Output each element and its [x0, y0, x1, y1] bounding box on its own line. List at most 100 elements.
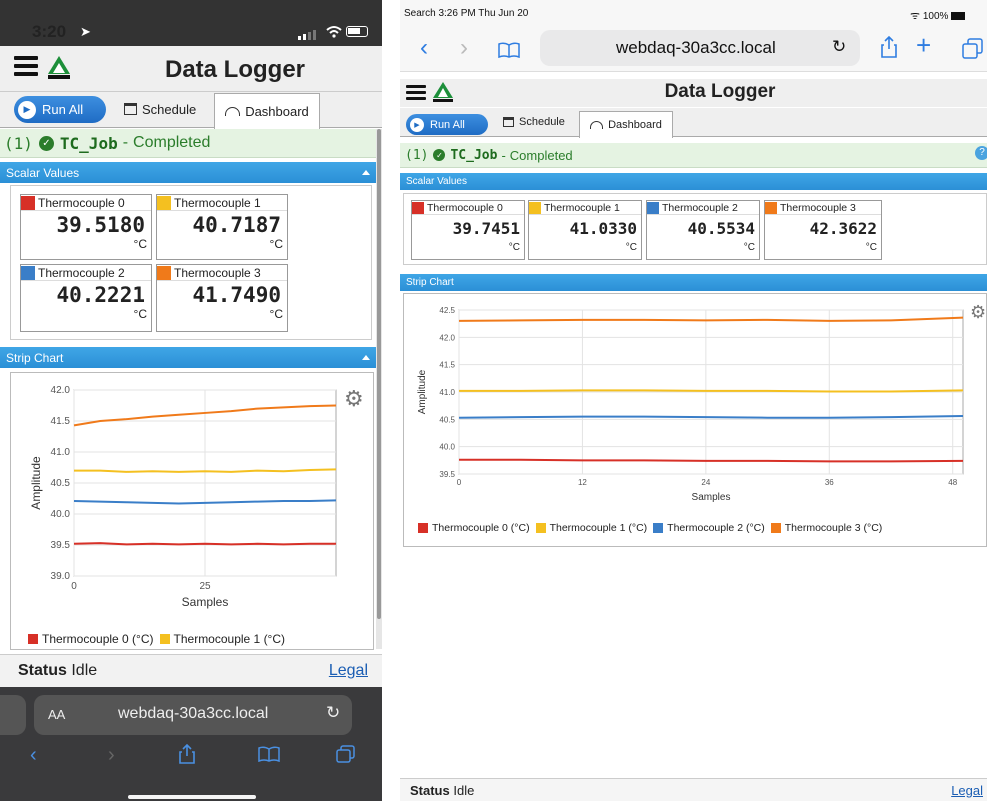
bookmarks-icon[interactable]: [498, 42, 520, 59]
scalar-tile-thermocouple-1: Thermocouple 1 41.0330 °C: [528, 200, 642, 260]
bookmarks-icon[interactable]: [258, 746, 280, 763]
tile-name: Thermocouple 2: [38, 265, 125, 280]
new-tab-plus-icon[interactable]: +: [916, 30, 931, 61]
tab-schedule[interactable]: Schedule: [503, 116, 565, 128]
scrollbar[interactable]: [376, 129, 382, 649]
tabs-overview-icon[interactable]: [962, 38, 984, 60]
run-all-button[interactable]: ▶ Run All: [406, 114, 488, 135]
legend-item[interactable]: Thermocouple 1 (°C): [550, 522, 648, 534]
y-tick-label: 42.5: [439, 306, 455, 315]
settings-gear-icon[interactable]: ⚙: [970, 302, 986, 323]
scalar-tile-thermocouple-0: Thermocouple 0 39.7451 °C: [411, 200, 525, 260]
digilent-logo: [46, 54, 72, 80]
tile-unit: °C: [508, 242, 520, 253]
play-icon: ▶: [410, 117, 424, 132]
scalar-values-header[interactable]: Scalar Values: [0, 162, 376, 183]
strip-chart-header[interactable]: Strip Chart: [400, 274, 987, 291]
calendar-icon: [124, 103, 137, 115]
scalar-values-title: Scalar Values: [6, 165, 80, 180]
tab-dashboard-label: Dashboard: [245, 104, 309, 119]
series-line: [459, 389, 964, 393]
color-swatch: [21, 195, 35, 210]
tile-value: 39.5180: [56, 213, 145, 237]
legend-item[interactable]: Thermocouple 0 (°C): [432, 522, 530, 534]
chart-legend: Thermocouple 0 (°C) Thermocouple 1 (°C) …: [418, 522, 882, 534]
status-bar: Status Idle Legal: [0, 654, 382, 687]
collapse-caret-icon[interactable]: [362, 170, 370, 175]
check-circle-icon: ✓: [433, 149, 446, 161]
settings-gear-icon[interactable]: ⚙: [344, 386, 364, 412]
address-bar[interactable]: AA webdaq-30a3cc.local ↻: [34, 695, 352, 735]
x-tick-label: 0: [71, 581, 77, 592]
reader-aa-button[interactable]: AA: [48, 707, 65, 722]
home-indicator: [128, 795, 256, 799]
run-all-button[interactable]: ▶ Run All: [14, 96, 106, 123]
color-swatch: [647, 201, 659, 214]
back-icon[interactable]: ‹: [420, 34, 428, 62]
url-text: webdaq-30a3cc.local: [118, 705, 269, 722]
tile-unit: °C: [743, 242, 755, 253]
play-icon: ▶: [18, 100, 36, 119]
x-tick-label: 12: [578, 478, 587, 487]
strip-chart-title: Strip Chart: [6, 350, 64, 365]
back-icon[interactable]: ‹: [30, 744, 37, 767]
job-state: Completed: [133, 134, 211, 151]
job-status-row[interactable]: (1) ✓ TC_Job - Completed: [0, 129, 376, 158]
tile-value: 39.7451: [452, 219, 520, 238]
y-tick-label: 40.5: [439, 415, 455, 424]
menu-hamburger-icon[interactable]: [406, 85, 426, 100]
url-text: webdaq-30a3cc.local: [616, 38, 776, 57]
forward-icon[interactable]: ›: [460, 34, 468, 62]
help-icon[interactable]: ?: [975, 146, 987, 160]
status-value: Idle: [453, 782, 475, 798]
y-tick-label: 41.5: [51, 416, 71, 427]
battery-percent: 100%: [922, 11, 949, 22]
color-swatch: [529, 201, 541, 214]
legend-swatch: [418, 523, 428, 533]
battery-icon: [951, 12, 966, 21]
reload-icon[interactable]: ↻: [326, 703, 340, 723]
y-axis-label: Amplitude: [29, 456, 43, 510]
y-tick-label: 41.0: [51, 447, 71, 458]
legal-link[interactable]: Legal: [329, 662, 368, 680]
previous-tab-peek[interactable]: [0, 695, 26, 735]
menu-hamburger-icon[interactable]: [14, 56, 38, 76]
address-bar[interactable]: webdaq-30a3cc.local ↻: [540, 30, 860, 66]
tile-unit: °C: [269, 307, 283, 321]
x-tick-label: 24: [701, 478, 710, 487]
tab-dashboard[interactable]: Dashboard: [214, 93, 320, 129]
strip-chart-header[interactable]: Strip Chart: [0, 347, 376, 368]
x-tick-label: 36: [825, 478, 834, 487]
tile-name: Thermocouple 3: [780, 201, 856, 214]
legend-item[interactable]: Thermocouple 1 (°C): [174, 632, 286, 646]
y-tick-label: 40.5: [51, 478, 71, 489]
tile-unit: °C: [865, 242, 877, 253]
legend-item[interactable]: Thermocouple 3 (°C): [785, 522, 883, 534]
strip-chart-tablet: 39.5 40.0 40.5 41.0 41.5 42.0 42.5 0 12 24 36 48 Sam…: [417, 306, 964, 503]
share-icon[interactable]: [880, 35, 898, 58]
y-axis-label: Amplitude: [417, 369, 428, 414]
collapse-caret-icon[interactable]: [362, 355, 370, 360]
tile-name: Thermocouple 0: [427, 201, 503, 214]
series-line: [458, 415, 964, 419]
digilent-logo: [432, 81, 454, 103]
color-swatch: [157, 265, 171, 280]
legend-swatch: [770, 523, 781, 533]
job-status-row[interactable]: (1) ✓ TC_Job - Completed: [400, 143, 987, 168]
tab-schedule[interactable]: Schedule: [124, 98, 196, 120]
share-icon[interactable]: [178, 743, 196, 764]
battery-icon: [346, 26, 368, 37]
job-index: (1): [405, 147, 429, 163]
reload-icon[interactable]: ↻: [832, 37, 846, 57]
status-label: Status: [18, 662, 67, 679]
legend-item[interactable]: Thermocouple 2 (°C): [667, 522, 765, 534]
scalar-values-header[interactable]: Scalar Values: [400, 173, 987, 190]
color-swatch: [765, 201, 777, 214]
legend-item[interactable]: Thermocouple 0 (°C): [42, 632, 154, 646]
job-state: Completed: [509, 147, 573, 163]
tabs-icon[interactable]: [336, 745, 356, 763]
legend-swatch: [653, 523, 664, 533]
legal-link[interactable]: Legal: [951, 783, 983, 798]
forward-icon[interactable]: ›: [108, 744, 115, 767]
tab-dashboard[interactable]: Dashboard: [579, 111, 673, 138]
